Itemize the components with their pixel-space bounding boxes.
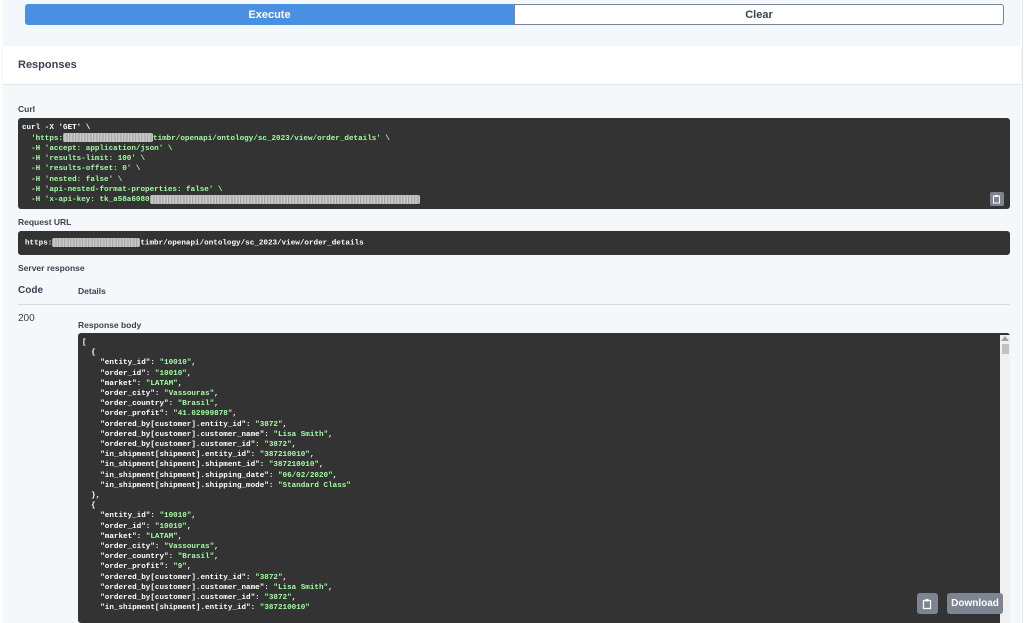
json-field-line: "ordered_by[customer].entity_id": "3872"… [82,420,288,429]
copy-curl-button[interactable] [990,192,1004,206]
curl-header-line: -H 'results-offset: 0' \ [22,165,141,174]
json-field-line: "entity_id": "10010", [82,512,196,521]
scroll-up-arrow-icon[interactable] [1001,336,1009,341]
json-field-line: "in_shipment[shipment].shipping_date": "… [82,471,338,480]
json-field-line: "entity_id": "10010", [82,359,196,368]
clear-button[interactable]: Clear [514,4,1004,25]
curl-url-path: timbr/openapi/ontology/sc_2023/view/orde… [153,134,390,143]
response-body-label: Response body [78,320,142,330]
json-field-line: "order_id": "10010", [82,522,192,531]
json-field-line: "in_shipment[shipment].entity_id": "3872… [82,604,310,613]
json-object-close: }, [82,492,101,501]
header-divider [18,304,1010,305]
json-field-line: "market": "LATAM", [82,379,183,388]
response-scrollbar[interactable] [1000,335,1010,623]
scrollbar-thumb[interactable] [1002,344,1009,354]
curl-header-line: -H 'api-nested-format-properties: false'… [22,185,223,194]
responses-header [3,46,1021,85]
request-url-prefix: https: [25,239,53,248]
json-field-line: "ordered_by[customer].customer_name": "L… [82,430,333,439]
request-url-path: timbr/openapi/ontology/sc_2023/view/orde… [140,239,364,248]
json-field-line: "ordered_by[customer].entity_id": "3872"… [82,573,288,582]
json-field-line: "order_profit": "9", [82,563,192,572]
json-field-line: "in_shipment[shipment].shipping_mode": "… [82,481,351,490]
curl-line: curl -X 'GET' \ [22,124,91,132]
redacted-host [63,133,154,143]
json-field-line: "ordered_by[customer].customer_name": "L… [82,583,333,592]
code-column-header: Code [18,285,43,296]
redacted-api-key [149,194,420,204]
copy-response-button[interactable] [917,593,938,614]
json-field-line: "in_shipment[shipment].shipment_id": "38… [82,461,324,470]
json-field-line: "order_city": "Vassouras", [82,543,219,552]
redacted-host [52,238,141,247]
download-button[interactable]: Download [947,593,1003,614]
json-object-open: { [82,349,96,358]
details-column-header: Details [78,286,106,296]
curl-label: Curl [18,104,35,114]
curl-api-key-line: -H 'x-api-key: tk_a58a6080 [22,196,150,205]
json-field-line: "order_country": "Brasil", [82,553,219,562]
responses-title: Responses [18,59,77,71]
clipboard-icon [993,195,1000,204]
curl-url-prefix: 'https: [22,134,64,143]
json-object-open: { [82,502,96,511]
json-field-line: "ordered_by[customer].customer_id": "387… [82,441,297,450]
json-field-line: "in_shipment[shipment].entity_id": "3872… [82,451,315,460]
json-field-line: "order_profit": "41.02999878", [82,410,237,419]
json-field-line: "market": "LATAM", [82,532,183,541]
curl-header-line: -H 'accept: application/json' \ [22,144,173,153]
response-code: 200 [18,313,35,324]
curl-header-line: -H 'nested: false' \ [22,175,123,184]
json-field-line: "order_id": "10010", [82,369,192,378]
json-field-line: "order_country": "Brasil", [82,400,219,409]
clipboard-icon [922,598,932,609]
json-open-bracket: [ [82,339,87,347]
request-url-block[interactable]: https: timbr/openapi/ontology/sc_2023/vie… [18,231,1010,255]
curl-header-line: -H 'results-limit: 100' \ [22,155,146,164]
execute-button[interactable]: Execute [25,4,514,25]
response-body-block[interactable]: [ { "entity_id": "10010", "order_id": "1… [78,333,1010,623]
curl-code-block[interactable]: curl -X 'GET' \ 'https: timbr/openapi/ont… [18,118,1010,209]
json-field-line: "ordered_by[customer].customer_id": "387… [82,594,297,603]
server-response-label: Server response [18,263,85,273]
json-field-line: "order_city": "Vassouras", [82,390,219,399]
request-url-label: Request URL [18,217,72,227]
